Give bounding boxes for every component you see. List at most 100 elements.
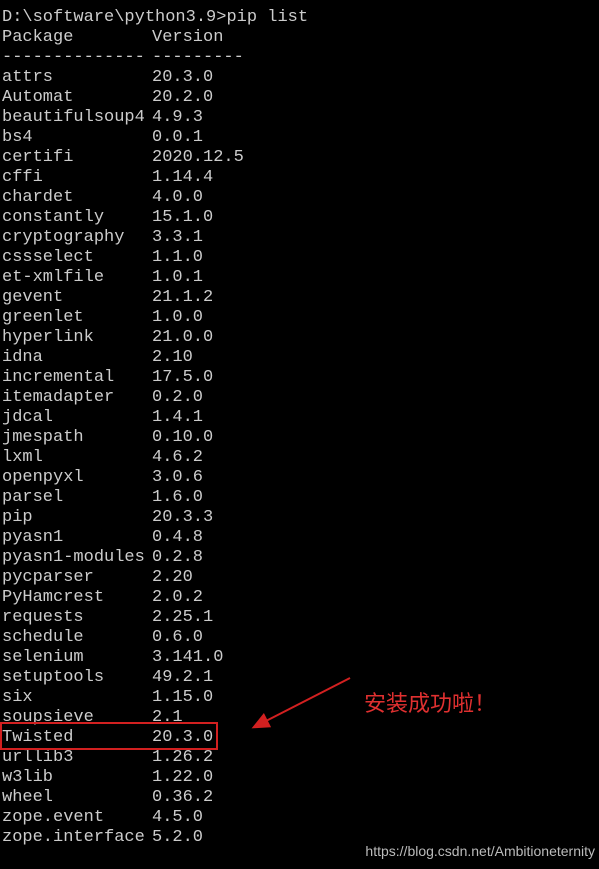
package-version: 3.0.6	[152, 468, 203, 488]
package-version: 2.10	[152, 348, 193, 368]
package-name: greenlet	[2, 308, 152, 328]
package-version: 4.0.0	[152, 188, 203, 208]
package-version: 3.141.0	[152, 648, 223, 668]
package-version: 0.10.0	[152, 428, 213, 448]
package-name: incremental	[2, 368, 152, 388]
package-name: jdcal	[2, 408, 152, 428]
package-row: six1.15.0	[2, 688, 599, 708]
package-row: greenlet1.0.0	[2, 308, 599, 328]
package-name: zope.event	[2, 808, 152, 828]
package-row: constantly15.1.0	[2, 208, 599, 228]
package-row: cryptography3.3.1	[2, 228, 599, 248]
package-version: 20.3.3	[152, 508, 213, 528]
package-row: attrs20.3.0	[2, 68, 599, 88]
prompt-separator: >	[216, 8, 226, 27]
package-row: gevent21.1.2	[2, 288, 599, 308]
package-row: lxml4.6.2	[2, 448, 599, 468]
package-row: pyasn1-modules0.2.8	[2, 548, 599, 568]
package-row: jmespath0.10.0	[2, 428, 599, 448]
package-name: jmespath	[2, 428, 152, 448]
package-version: 4.5.0	[152, 808, 203, 828]
terminal: D:\software\python3.9>pip list Package V…	[0, 0, 599, 848]
prompt-command: pip list	[226, 8, 308, 27]
package-name: six	[2, 688, 152, 708]
package-row: Twisted20.3.0	[2, 728, 599, 748]
package-row: openpyxl3.0.6	[2, 468, 599, 488]
package-row: setuptools49.2.1	[2, 668, 599, 688]
package-name: beautifulsoup4	[2, 108, 152, 128]
package-version: 1.15.0	[152, 688, 213, 708]
package-name: w3lib	[2, 768, 152, 788]
package-name: cryptography	[2, 228, 152, 248]
package-name: certifi	[2, 148, 152, 168]
header-package: Package	[2, 28, 152, 48]
watermark: https://blog.csdn.net/Ambitioneternity	[365, 841, 595, 861]
package-version: 20.3.0	[152, 68, 213, 88]
package-version: 1.0.1	[152, 268, 203, 288]
package-version: 17.5.0	[152, 368, 213, 388]
package-name: PyHamcrest	[2, 588, 152, 608]
package-row: itemadapter0.2.0	[2, 388, 599, 408]
package-name: pyasn1-modules	[2, 548, 152, 568]
package-version: 0.2.0	[152, 388, 203, 408]
package-version: 2.0.2	[152, 588, 203, 608]
package-version: 2020.12.5	[152, 148, 244, 168]
package-version: 0.0.1	[152, 128, 203, 148]
package-row: selenium3.141.0	[2, 648, 599, 668]
package-version: 3.3.1	[152, 228, 203, 248]
package-row: jdcal1.4.1	[2, 408, 599, 428]
package-row: pyasn10.4.8	[2, 528, 599, 548]
package-name: urllib3	[2, 748, 152, 768]
packages-list: attrs20.3.0Automat20.2.0beautifulsoup44.…	[2, 68, 599, 848]
package-version: 20.2.0	[152, 88, 213, 108]
package-name: Twisted	[2, 728, 152, 748]
package-name: bs4	[2, 128, 152, 148]
package-row: incremental17.5.0	[2, 368, 599, 388]
package-name: chardet	[2, 188, 152, 208]
package-version: 15.1.0	[152, 208, 213, 228]
package-version: 4.6.2	[152, 448, 203, 468]
package-row: zope.event4.5.0	[2, 808, 599, 828]
package-row: certifi2020.12.5	[2, 148, 599, 168]
package-version: 2.1	[152, 708, 183, 728]
package-version: 1.22.0	[152, 768, 213, 788]
package-version: 21.0.0	[152, 328, 213, 348]
package-version: 21.1.2	[152, 288, 213, 308]
package-name: setuptools	[2, 668, 152, 688]
package-name: cssselect	[2, 248, 152, 268]
package-row: beautifulsoup44.9.3	[2, 108, 599, 128]
package-name: pycparser	[2, 568, 152, 588]
package-name: Automat	[2, 88, 152, 108]
package-version: 1.4.1	[152, 408, 203, 428]
package-version: 0.6.0	[152, 628, 203, 648]
package-version: 1.1.0	[152, 248, 203, 268]
header-row: Package Version	[2, 28, 599, 48]
package-row: pycparser2.20	[2, 568, 599, 588]
package-version: 1.0.0	[152, 308, 203, 328]
package-row: bs40.0.1	[2, 128, 599, 148]
package-name: et-xmlfile	[2, 268, 152, 288]
package-row: PyHamcrest2.0.2	[2, 588, 599, 608]
package-name: idna	[2, 348, 152, 368]
package-version: 5.2.0	[152, 828, 203, 848]
package-version: 1.26.2	[152, 748, 213, 768]
package-version: 2.25.1	[152, 608, 213, 628]
package-name: cffi	[2, 168, 152, 188]
package-version: 49.2.1	[152, 668, 213, 688]
package-name: constantly	[2, 208, 152, 228]
package-row: requests2.25.1	[2, 608, 599, 628]
package-version: 0.4.8	[152, 528, 203, 548]
package-row: wheel0.36.2	[2, 788, 599, 808]
package-version: 1.6.0	[152, 488, 203, 508]
package-version: 2.20	[152, 568, 193, 588]
package-name: parsel	[2, 488, 152, 508]
separator-row: -------------- ---------	[2, 48, 599, 68]
package-name: requests	[2, 608, 152, 628]
package-version: 4.9.3	[152, 108, 203, 128]
package-row: idna2.10	[2, 348, 599, 368]
prompt-path: D:\software\python3.9	[2, 8, 216, 27]
package-row: schedule0.6.0	[2, 628, 599, 648]
separator-version: ---------	[152, 48, 252, 68]
package-row: Automat20.2.0	[2, 88, 599, 108]
header-version: Version	[152, 28, 252, 48]
